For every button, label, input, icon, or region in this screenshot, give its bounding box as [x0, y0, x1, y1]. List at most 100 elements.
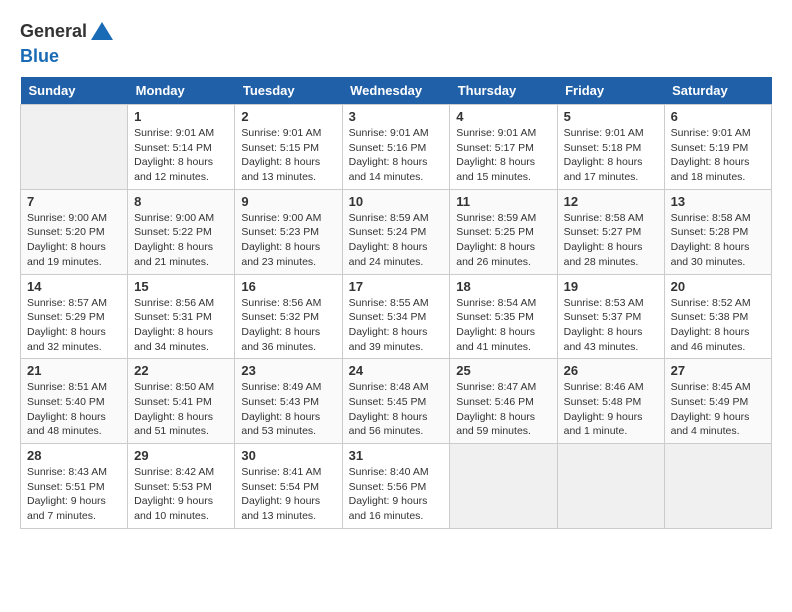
day-number: 20	[671, 279, 765, 294]
day-number: 27	[671, 363, 765, 378]
calendar-cell: 27 Sunrise: 8:45 AMSunset: 5:49 PMDayligh…	[664, 359, 771, 444]
day-info: Sunrise: 8:59 AMSunset: 5:25 PMDaylight:…	[456, 211, 550, 270]
weekday-header-thursday: Thursday	[450, 77, 557, 105]
day-info: Sunrise: 8:41 AMSunset: 5:54 PMDaylight:…	[241, 465, 335, 524]
day-number: 26	[564, 363, 658, 378]
day-number: 10	[349, 194, 444, 209]
day-number: 3	[349, 109, 444, 124]
calendar-cell: 8 Sunrise: 9:00 AMSunset: 5:22 PMDaylight…	[128, 189, 235, 274]
calendar-week-row: 1 Sunrise: 9:01 AMSunset: 5:14 PMDaylight…	[21, 105, 772, 190]
calendar-cell: 31 Sunrise: 8:40 AMSunset: 5:56 PMDayligh…	[342, 444, 450, 529]
day-number: 11	[456, 194, 550, 209]
day-number: 12	[564, 194, 658, 209]
calendar-cell	[21, 105, 128, 190]
logo-blue: Blue	[20, 46, 59, 66]
day-info: Sunrise: 8:46 AMSunset: 5:48 PMDaylight:…	[564, 380, 658, 439]
day-info: Sunrise: 8:58 AMSunset: 5:28 PMDaylight:…	[671, 211, 765, 270]
day-number: 30	[241, 448, 335, 463]
day-number: 28	[27, 448, 121, 463]
weekday-header-friday: Friday	[557, 77, 664, 105]
day-info: Sunrise: 8:50 AMSunset: 5:41 PMDaylight:…	[134, 380, 228, 439]
calendar-cell: 17 Sunrise: 8:55 AMSunset: 5:34 PMDayligh…	[342, 274, 450, 359]
calendar-cell: 10 Sunrise: 8:59 AMSunset: 5:24 PMDayligh…	[342, 189, 450, 274]
day-info: Sunrise: 9:00 AMSunset: 5:22 PMDaylight:…	[134, 211, 228, 270]
calendar-cell: 21 Sunrise: 8:51 AMSunset: 5:40 PMDayligh…	[21, 359, 128, 444]
day-info: Sunrise: 8:43 AMSunset: 5:51 PMDaylight:…	[27, 465, 121, 524]
day-info: Sunrise: 8:53 AMSunset: 5:37 PMDaylight:…	[564, 296, 658, 355]
day-info: Sunrise: 9:01 AMSunset: 5:15 PMDaylight:…	[241, 126, 335, 185]
day-info: Sunrise: 8:55 AMSunset: 5:34 PMDaylight:…	[349, 296, 444, 355]
calendar-cell: 28 Sunrise: 8:43 AMSunset: 5:51 PMDayligh…	[21, 444, 128, 529]
calendar-cell	[557, 444, 664, 529]
day-number: 14	[27, 279, 121, 294]
calendar-cell	[664, 444, 771, 529]
day-number: 24	[349, 363, 444, 378]
day-number: 15	[134, 279, 228, 294]
day-number: 9	[241, 194, 335, 209]
page-header: General Blue	[20, 20, 772, 67]
day-info: Sunrise: 8:45 AMSunset: 5:49 PMDaylight:…	[671, 380, 765, 439]
weekday-header-wednesday: Wednesday	[342, 77, 450, 105]
day-number: 17	[349, 279, 444, 294]
day-number: 8	[134, 194, 228, 209]
day-info: Sunrise: 9:01 AMSunset: 5:19 PMDaylight:…	[671, 126, 765, 185]
logo: General Blue	[20, 20, 117, 67]
day-number: 23	[241, 363, 335, 378]
day-info: Sunrise: 8:57 AMSunset: 5:29 PMDaylight:…	[27, 296, 121, 355]
day-info: Sunrise: 8:56 AMSunset: 5:31 PMDaylight:…	[134, 296, 228, 355]
calendar-cell: 23 Sunrise: 8:49 AMSunset: 5:43 PMDayligh…	[235, 359, 342, 444]
calendar-cell: 18Sunrise: 8:54 AMSunset: 5:35 PMDayligh…	[450, 274, 557, 359]
day-number: 19	[564, 279, 658, 294]
day-info: Sunrise: 9:01 AMSunset: 5:14 PMDaylight:…	[134, 126, 228, 185]
day-info: Sunrise: 9:01 AMSunset: 5:16 PMDaylight:…	[349, 126, 444, 185]
calendar-cell: 13 Sunrise: 8:58 AMSunset: 5:28 PMDayligh…	[664, 189, 771, 274]
day-info: Sunrise: 9:01 AMSunset: 5:17 PMDaylight:…	[456, 126, 550, 185]
weekday-header-saturday: Saturday	[664, 77, 771, 105]
calendar-cell: 20 Sunrise: 8:52 AMSunset: 5:38 PMDayligh…	[664, 274, 771, 359]
weekday-header-monday: Monday	[128, 77, 235, 105]
logo-text: General Blue	[20, 20, 117, 67]
calendar-cell: 5Sunrise: 9:01 AMSunset: 5:18 PMDaylight…	[557, 105, 664, 190]
calendar-week-row: 21 Sunrise: 8:51 AMSunset: 5:40 PMDayligh…	[21, 359, 772, 444]
calendar-cell: 1 Sunrise: 9:01 AMSunset: 5:14 PMDaylight…	[128, 105, 235, 190]
calendar-cell: 25 Sunrise: 8:47 AMSunset: 5:46 PMDayligh…	[450, 359, 557, 444]
calendar-cell: 15 Sunrise: 8:56 AMSunset: 5:31 PMDayligh…	[128, 274, 235, 359]
calendar-cell: 16 Sunrise: 8:56 AMSunset: 5:32 PMDayligh…	[235, 274, 342, 359]
day-number: 1	[134, 109, 228, 124]
day-number: 13	[671, 194, 765, 209]
calendar-cell: 9 Sunrise: 9:00 AMSunset: 5:23 PMDaylight…	[235, 189, 342, 274]
calendar-cell: 19 Sunrise: 8:53 AMSunset: 5:37 PMDayligh…	[557, 274, 664, 359]
calendar-week-row: 7Sunrise: 9:00 AMSunset: 5:20 PMDaylight…	[21, 189, 772, 274]
day-info: Sunrise: 8:40 AMSunset: 5:56 PMDaylight:…	[349, 465, 444, 524]
calendar-cell: 2 Sunrise: 9:01 AMSunset: 5:15 PMDaylight…	[235, 105, 342, 190]
day-number: 21	[27, 363, 121, 378]
calendar-cell: 30 Sunrise: 8:41 AMSunset: 5:54 PMDayligh…	[235, 444, 342, 529]
calendar-cell: 6 Sunrise: 9:01 AMSunset: 5:19 PMDaylight…	[664, 105, 771, 190]
day-number: 25	[456, 363, 550, 378]
day-number: 16	[241, 279, 335, 294]
day-info: Sunrise: 8:48 AMSunset: 5:45 PMDaylight:…	[349, 380, 444, 439]
calendar-cell: 14 Sunrise: 8:57 AMSunset: 5:29 PMDayligh…	[21, 274, 128, 359]
calendar-cell: 12Sunrise: 8:58 AMSunset: 5:27 PMDayligh…	[557, 189, 664, 274]
day-info: Sunrise: 8:47 AMSunset: 5:46 PMDaylight:…	[456, 380, 550, 439]
day-info: Sunrise: 8:42 AMSunset: 5:53 PMDaylight:…	[134, 465, 228, 524]
day-info: Sunrise: 8:49 AMSunset: 5:43 PMDaylight:…	[241, 380, 335, 439]
day-info: Sunrise: 8:59 AMSunset: 5:24 PMDaylight:…	[349, 211, 444, 270]
day-number: 4	[456, 109, 550, 124]
weekday-header-row: SundayMondayTuesdayWednesdayThursdayFrid…	[21, 77, 772, 105]
day-number: 31	[349, 448, 444, 463]
day-info: Sunrise: 8:56 AMSunset: 5:32 PMDaylight:…	[241, 296, 335, 355]
day-info: Sunrise: 8:52 AMSunset: 5:38 PMDaylight:…	[671, 296, 765, 355]
calendar-table: SundayMondayTuesdayWednesdayThursdayFrid…	[20, 77, 772, 529]
day-info: Sunrise: 9:00 AMSunset: 5:23 PMDaylight:…	[241, 211, 335, 270]
calendar-cell: 22Sunrise: 8:50 AMSunset: 5:41 PMDayligh…	[128, 359, 235, 444]
logo-icon	[89, 20, 115, 46]
calendar-cell: 24 Sunrise: 8:48 AMSunset: 5:45 PMDayligh…	[342, 359, 450, 444]
day-info: Sunrise: 8:51 AMSunset: 5:40 PMDaylight:…	[27, 380, 121, 439]
day-info: Sunrise: 8:54 AMSunset: 5:35 PMDaylight:…	[456, 296, 550, 355]
day-number: 6	[671, 109, 765, 124]
day-number: 2	[241, 109, 335, 124]
logo-general: General	[20, 21, 87, 41]
day-number: 5	[564, 109, 658, 124]
day-info: Sunrise: 9:00 AMSunset: 5:20 PMDaylight:…	[27, 211, 121, 270]
